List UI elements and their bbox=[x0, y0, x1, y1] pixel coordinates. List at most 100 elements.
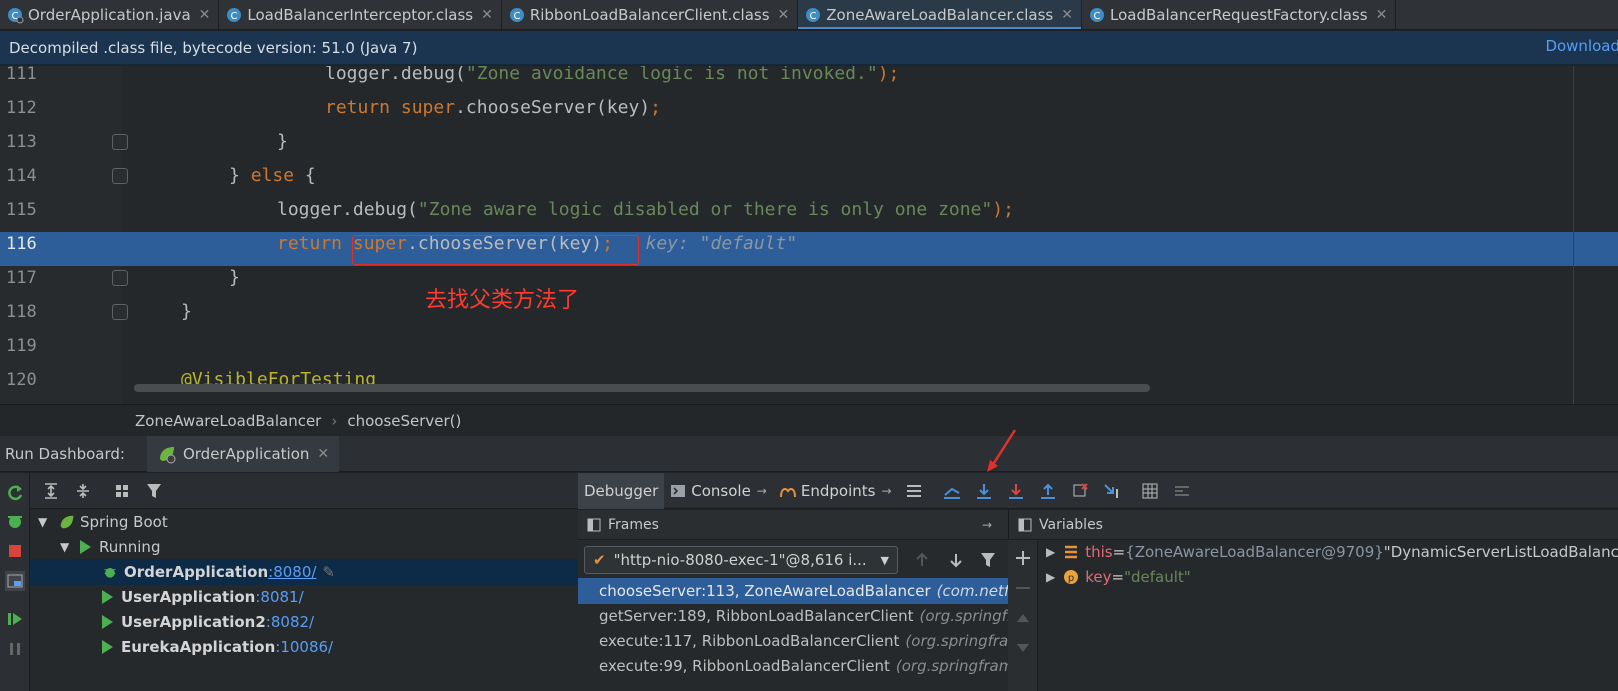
group-by-icon[interactable] bbox=[113, 481, 133, 501]
filter-icon[interactable] bbox=[978, 550, 998, 570]
variable-row-key[interactable]: ▶ p key = "default" bbox=[1046, 564, 1191, 590]
tree-node-user-application2[interactable]: UserApplication2 :8082/ bbox=[30, 609, 578, 635]
code-line-113: } bbox=[277, 131, 288, 152]
tab-console[interactable]: Console → bbox=[664, 473, 773, 509]
frames-list: chooseServer:113, ZoneAwareLoadBalancer(… bbox=[578, 578, 1008, 691]
tree-node-spring-boot[interactable]: ▼ Spring Boot bbox=[30, 509, 578, 535]
class-file-icon: C bbox=[806, 8, 821, 22]
breadcrumb-method[interactable]: chooseServer() bbox=[347, 412, 461, 430]
horizontal-scrollbar[interactable] bbox=[134, 384, 1150, 392]
tab-zone-aware-load-balancer[interactable]: C ZoneAwareLoadBalancer.class ✕ bbox=[798, 0, 1082, 29]
line-number: 116 bbox=[6, 234, 37, 254]
breadcrumb-class[interactable]: ZoneAwareLoadBalancer bbox=[135, 412, 321, 430]
tree-node-order-application[interactable]: OrderApplication :8080/ ✎ bbox=[30, 559, 578, 585]
chevron-down-icon[interactable]: ▼ bbox=[60, 540, 76, 554]
fold-marker-icon[interactable] bbox=[112, 304, 128, 320]
line-number: 119 bbox=[6, 336, 37, 356]
pin-icon[interactable]: → bbox=[982, 518, 992, 532]
variable-row-this[interactable]: ▶ this = {ZoneAwareLoadBalancer@9709} "D… bbox=[1046, 539, 1618, 565]
drop-frame-icon[interactable] bbox=[1070, 481, 1090, 501]
tab-load-balancer-request-factory[interactable]: C LoadBalancerRequestFactory.class ✕ bbox=[1082, 0, 1397, 29]
chevron-right-icon[interactable]: ▶ bbox=[1046, 570, 1055, 584]
frame-row[interactable]: getServer:189, RibbonLoadBalancerClient(… bbox=[578, 603, 1008, 629]
expand-all-icon[interactable] bbox=[41, 481, 61, 501]
download-sources-link[interactable]: Download bbox=[1545, 37, 1618, 55]
code-editor[interactable]: 111 112 113 114 115 116 117 118 119 120 … bbox=[0, 66, 1618, 404]
red-highlight-box bbox=[352, 235, 639, 265]
thread-dropdown[interactable]: ✔ "http-nio-8080-exec-1"@8,616 i... ▼ bbox=[584, 546, 898, 574]
close-icon[interactable]: ✕ bbox=[1061, 7, 1073, 23]
variables-toolbar bbox=[1008, 540, 1038, 691]
tab-endpoints[interactable]: Endpoints → bbox=[773, 473, 898, 509]
step-over-icon[interactable] bbox=[974, 481, 994, 501]
fold-marker-icon[interactable] bbox=[112, 168, 128, 184]
variables-tree: ▶ this = {ZoneAwareLoadBalancer@9709} "D… bbox=[1038, 540, 1618, 691]
evaluate-expression-icon[interactable] bbox=[1140, 481, 1160, 501]
arrow-down-icon[interactable] bbox=[946, 550, 966, 570]
port-link[interactable]: :8081/ bbox=[255, 588, 303, 606]
collapse-all-icon[interactable] bbox=[73, 481, 93, 501]
spring-boot-icon bbox=[60, 515, 74, 529]
close-icon[interactable]: ✕ bbox=[1376, 7, 1388, 23]
close-icon[interactable]: ✕ bbox=[778, 7, 790, 23]
threads-menu-icon[interactable] bbox=[904, 481, 924, 501]
run-toolbar bbox=[0, 473, 30, 691]
edit-icon[interactable]: ✎ bbox=[322, 563, 335, 581]
tab-order-application[interactable]: OrderApplication ✕ bbox=[146, 435, 340, 472]
chevron-down-icon[interactable]: ▼ bbox=[38, 515, 54, 529]
info-text: Decompiled .class file, bytecode version… bbox=[9, 38, 418, 57]
step-into-icon[interactable] bbox=[1006, 481, 1026, 501]
move-down-icon[interactable] bbox=[1013, 638, 1033, 658]
add-watch-icon[interactable] bbox=[1013, 548, 1033, 568]
line-number: 120 bbox=[6, 370, 37, 390]
tree-node-eureka-application[interactable]: EurekaApplication :10086/ bbox=[30, 634, 578, 660]
filter-icon[interactable] bbox=[144, 481, 164, 501]
spring-boot-icon bbox=[159, 446, 176, 463]
move-up-icon[interactable] bbox=[1013, 608, 1033, 628]
tab-ribbon-load-balancer-client[interactable]: C RibbonLoadBalancerClient.class ✕ bbox=[502, 0, 799, 29]
debug-icon[interactable] bbox=[5, 511, 25, 531]
tab-load-balancer-interceptor[interactable]: C LoadBalancerInterceptor.class ✕ bbox=[219, 0, 502, 29]
code-line-117: } bbox=[229, 267, 240, 288]
play-icon bbox=[102, 640, 113, 654]
close-icon[interactable]: ✕ bbox=[481, 7, 493, 23]
play-icon bbox=[102, 590, 113, 604]
trace-icon[interactable] bbox=[1172, 481, 1192, 501]
frame-row[interactable]: chooseServer:113, ZoneAwareLoadBalancer(… bbox=[578, 578, 1008, 604]
chevron-right-icon[interactable]: ▶ bbox=[1046, 545, 1055, 559]
run-dashboard-header: Run Dashboard: OrderApplication ✕ bbox=[0, 435, 1618, 472]
tab-debugger[interactable]: Debugger bbox=[578, 472, 665, 509]
endpoints-icon bbox=[779, 487, 796, 497]
remove-watch-icon[interactable] bbox=[1013, 578, 1033, 598]
tree-label: Spring Boot bbox=[80, 513, 168, 531]
port-link[interactable]: :10086/ bbox=[275, 638, 333, 656]
show-execution-point-icon[interactable] bbox=[942, 481, 962, 501]
step-out-icon[interactable] bbox=[1038, 481, 1058, 501]
run-dashboard-label: Run Dashboard: bbox=[5, 444, 125, 463]
arrow-up-icon[interactable] bbox=[912, 550, 932, 570]
pin-icon: → bbox=[881, 483, 892, 498]
frame-row[interactable]: execute:117, RibbonLoadBalancerClient (or… bbox=[578, 628, 1008, 654]
layout-icon[interactable] bbox=[5, 571, 25, 591]
code-line-115: logger.debug("Zone aware logic disabled … bbox=[277, 199, 1014, 220]
variables-icon bbox=[1018, 518, 1032, 531]
run-to-cursor-icon[interactable] bbox=[1102, 481, 1122, 501]
tree-node-running[interactable]: ▼ Running bbox=[30, 534, 578, 560]
code-line-118: } bbox=[181, 301, 192, 322]
resume-icon[interactable] bbox=[5, 609, 25, 629]
close-icon[interactable]: ✕ bbox=[199, 7, 211, 23]
fold-marker-icon[interactable] bbox=[112, 270, 128, 286]
tree-node-user-application[interactable]: UserApplication :8081/ bbox=[30, 584, 578, 610]
port-link[interactable]: :8080/ bbox=[268, 563, 316, 581]
rerun-icon[interactable] bbox=[5, 483, 25, 503]
tab-order-application-java[interactable]: C OrderApplication.java ✕ bbox=[0, 0, 220, 29]
port-link[interactable]: :8082/ bbox=[266, 613, 314, 631]
stop-icon[interactable] bbox=[5, 541, 25, 561]
frame-row[interactable]: execute:99, RibbonLoadBalancerClient (org… bbox=[578, 653, 1008, 679]
pause-icon[interactable] bbox=[5, 639, 25, 659]
red-annotation-arrow-icon bbox=[987, 429, 1017, 472]
close-icon[interactable]: ✕ bbox=[317, 446, 329, 462]
pin-icon: → bbox=[756, 483, 767, 498]
svg-text:C: C bbox=[513, 11, 520, 22]
fold-marker-icon[interactable] bbox=[112, 134, 128, 150]
